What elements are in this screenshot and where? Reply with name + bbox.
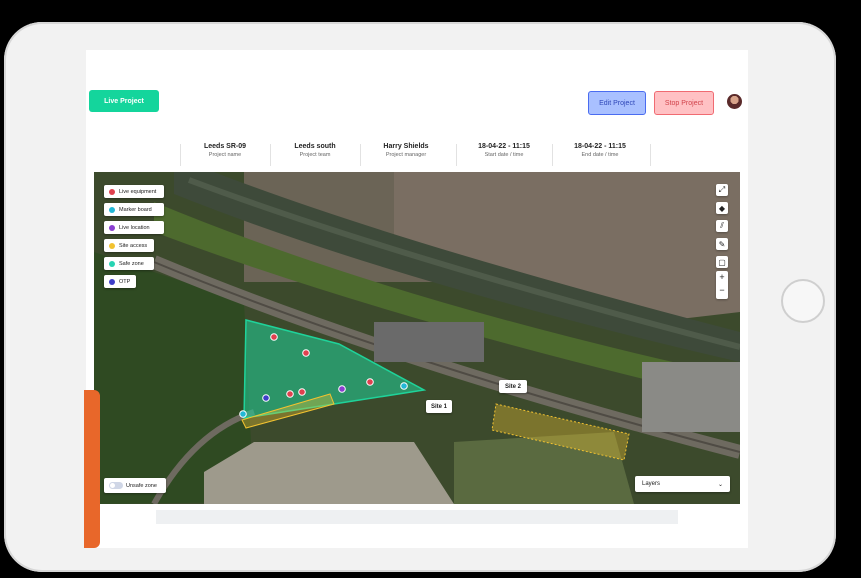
legend-label: OTP — [119, 278, 131, 285]
project-name-info: Leeds SR-09 Project name — [192, 143, 258, 158]
layers-label: Layers — [642, 481, 661, 487]
unsafe-zone-label: Unsafe zone — [126, 482, 157, 489]
zoom-in-button[interactable]: + — [716, 271, 728, 284]
app-screen: Live Project Edit Project Stop Project L… — [86, 50, 748, 548]
live-location-dot-icon — [109, 224, 115, 231]
live-equipment-dot-icon — [109, 188, 115, 195]
project-manager-info: Harry Shields Project manager — [370, 143, 442, 158]
locate-icon[interactable]: ◆ — [716, 202, 728, 214]
start-datetime-info: 18-04-22 - 11:15 Start date / time — [466, 143, 542, 158]
legend-label: Safe zone — [119, 260, 144, 267]
zoom-out-button[interactable]: − — [716, 284, 728, 297]
toggle-switch[interactable] — [109, 482, 123, 489]
legend-label: Marker board — [119, 206, 152, 213]
divider — [552, 144, 553, 166]
end-datetime-value: 18-04-22 - 11:15 — [574, 143, 626, 150]
zoom-control: + − — [716, 271, 728, 299]
satellite-map[interactable]: Live equipment Marker board Live locatio… — [94, 172, 740, 504]
project-name-label: Project name — [208, 152, 242, 158]
live-project-button[interactable]: Live Project — [89, 90, 159, 112]
home-button[interactable] — [781, 279, 825, 323]
start-datetime-value: 18-04-22 - 11:15 — [478, 143, 530, 150]
chevron-down-icon: ⌄ — [717, 481, 723, 488]
avatar[interactable] — [727, 94, 742, 109]
legend-live-equipment[interactable]: Live equipment — [104, 185, 164, 198]
divider — [270, 144, 271, 166]
layers-dropdown[interactable]: Layers ⌄ — [635, 476, 730, 492]
legend-label: Live location — [119, 224, 150, 231]
divider — [360, 144, 361, 166]
project-manager-label: Project manager — [385, 152, 427, 158]
bottom-panel — [156, 510, 678, 524]
expand-icon[interactable]: ⤢ — [716, 184, 728, 196]
legend-otp[interactable]: OTP — [104, 275, 136, 288]
divider — [180, 144, 181, 166]
orange-case-edge — [84, 390, 100, 548]
project-manager-value: Harry Shields — [383, 143, 429, 150]
project-name-value: Leeds SR-09 — [203, 143, 247, 150]
project-team-label: Project team — [299, 152, 331, 158]
site-2-label[interactable]: Site 2 — [499, 380, 527, 393]
legend-site-access[interactable]: Site access — [104, 239, 154, 252]
start-datetime-label: Start date / time — [484, 152, 524, 158]
project-info-bar: Leeds SR-09 Project name Leeds south Pro… — [94, 138, 744, 172]
legend-live-location[interactable]: Live location — [104, 221, 164, 234]
legend-marker-board[interactable]: Marker board — [104, 203, 164, 216]
safe-zone-dot-icon — [109, 260, 115, 267]
stop-project-button[interactable]: Stop Project — [654, 91, 714, 115]
project-team-info: Leeds south Project team — [282, 143, 348, 158]
legend-safe-zone[interactable]: Safe zone — [104, 257, 154, 270]
pencil-icon[interactable]: ✎ — [716, 238, 728, 250]
site-access-dot-icon — [109, 242, 115, 249]
end-datetime-info: 18-04-22 - 11:15 End date / time — [562, 143, 638, 158]
top-bar: Live Project Edit Project Stop Project — [86, 76, 748, 126]
otp-dot-icon — [109, 278, 115, 285]
divider — [456, 144, 457, 166]
divider — [650, 144, 651, 166]
edit-project-button[interactable]: Edit Project — [588, 91, 646, 115]
end-datetime-label: End date / time — [581, 152, 619, 158]
legend-label: Site access — [119, 242, 148, 249]
map-imagery — [94, 172, 740, 504]
marker-board-dot-icon — [109, 206, 115, 213]
hatch-tool-icon[interactable]: ⫽ — [716, 220, 728, 232]
legend-label: Live equipment — [119, 188, 157, 195]
unsafe-zone-toggle[interactable]: Unsafe zone — [104, 478, 166, 493]
site-1-label[interactable]: Site 1 — [426, 400, 452, 413]
square-tool-icon[interactable]: ▢ — [716, 256, 728, 268]
project-team-value: Leeds south — [294, 143, 336, 150]
